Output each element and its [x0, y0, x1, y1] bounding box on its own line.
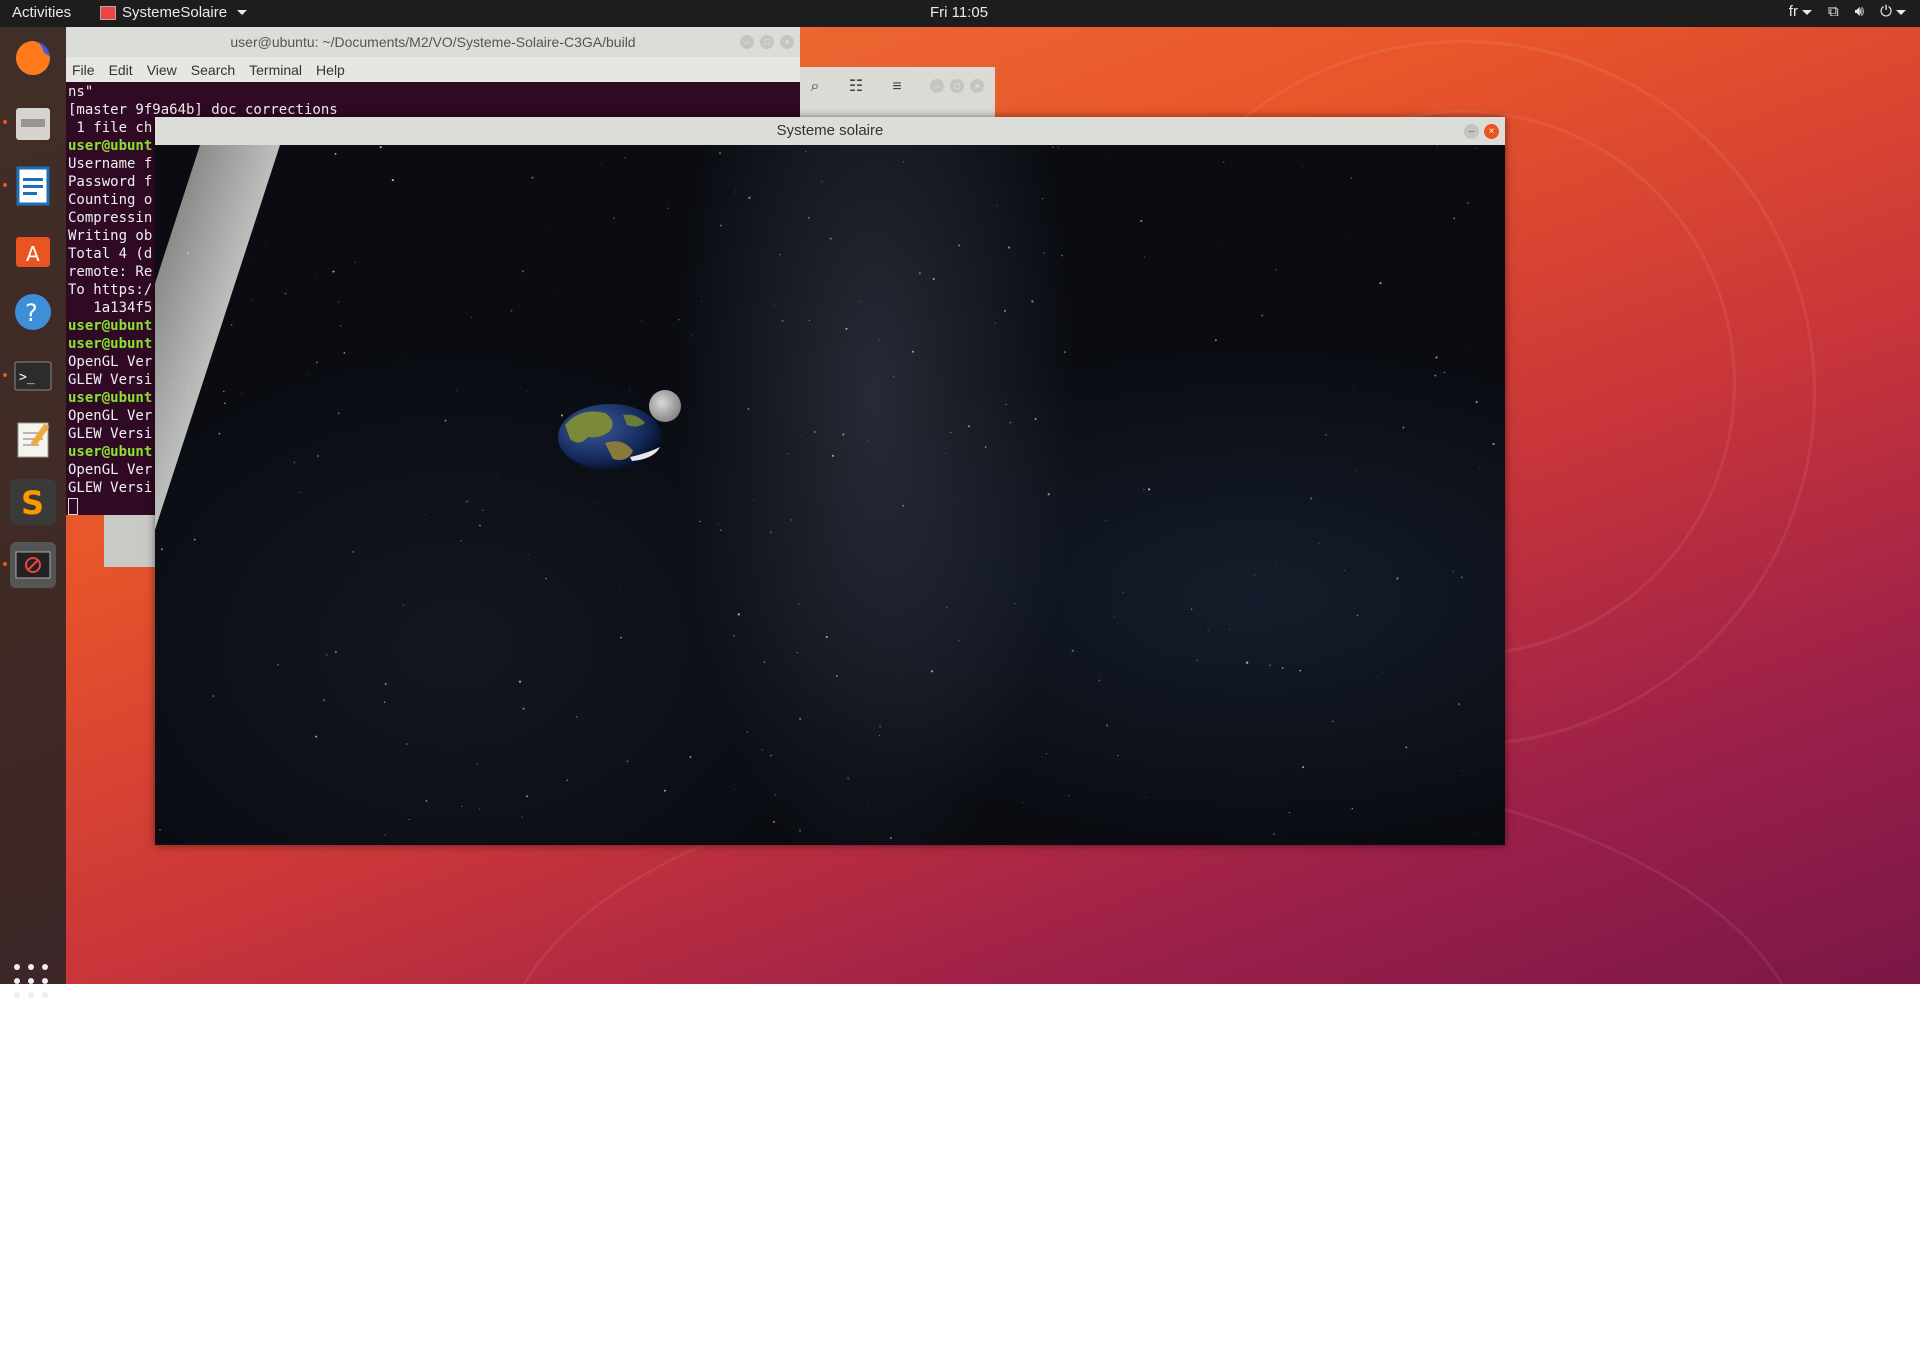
power-icon[interactable]: ⏻ [1880, 3, 1906, 20]
text-editor-launcher[interactable] [10, 416, 56, 462]
svg-text:>_: >_ [19, 370, 35, 385]
top-bar: Activities SystemeSolaire Fri 11:05 fr ⧉… [0, 0, 1920, 27]
language-label: fr [1788, 3, 1798, 20]
system-tray: fr ⧉ 🔊︎ ⏻ [1789, 3, 1906, 20]
running-indicator [3, 183, 7, 187]
svg-text:?: ? [25, 299, 38, 327]
systemesolaire-launcher[interactable] [3, 542, 56, 588]
help-launcher[interactable]: ? [10, 289, 56, 335]
app-menu-label: SystemeSolaire [122, 4, 228, 21]
running-indicator [3, 562, 7, 566]
firefox-icon [16, 41, 50, 75]
opengl-viewport[interactable] [155, 145, 1505, 845]
planets-layer [558, 390, 681, 470]
files-icon [16, 108, 50, 140]
app-icon [100, 5, 116, 20]
show-applications-icon[interactable] [14, 964, 50, 1000]
terminal-menubar: File Edit View Search Terminal Help [66, 57, 800, 82]
systeme-solaire-window[interactable]: Systeme solaire – × [155, 117, 1505, 845]
files-launcher[interactable] [3, 100, 56, 146]
window-title: Systeme solaire [776, 122, 884, 139]
terminal-titlebar[interactable]: user@ubuntu: ~/Documents/M2/VO/Systeme-S… [66, 27, 800, 57]
view-list-icon[interactable]: ☷ [845, 76, 867, 98]
chevron-down-icon [1801, 9, 1812, 15]
running-indicator [3, 373, 7, 377]
menu-view[interactable]: View [147, 62, 177, 78]
running-indicator [3, 120, 7, 124]
sublime-launcher[interactable]: S [10, 479, 56, 525]
activities-button[interactable]: Activities [12, 4, 71, 21]
close-button[interactable]: × [1484, 124, 1499, 139]
close-button[interactable]: × [970, 79, 984, 93]
background-window-fragment [104, 515, 156, 567]
minimize-button[interactable]: – [930, 79, 944, 93]
software-launcher[interactable]: A [10, 226, 56, 272]
menu-help[interactable]: Help [316, 62, 345, 78]
close-button[interactable]: × [780, 35, 794, 49]
terminal-title: user@ubuntu: ~/Documents/M2/VO/Systeme-S… [230, 34, 636, 50]
menu-edit[interactable]: Edit [109, 62, 133, 78]
terminal-icon: >_ [14, 361, 52, 391]
dock: A ? >_ S [0, 27, 66, 998]
minimize-button[interactable]: – [1464, 124, 1479, 139]
text-editor-icon [17, 422, 50, 458]
maximize-button[interactable]: □ [760, 35, 774, 49]
help-icon: ? [15, 294, 51, 330]
app-menu[interactable]: SystemeSolaire [100, 4, 248, 21]
maximize-button[interactable]: □ [950, 79, 964, 93]
moon [649, 390, 681, 422]
svg-text:S: S [21, 484, 44, 522]
terminal-line: ns" [68, 84, 94, 100]
wallpaper-arc [500, 760, 1806, 1366]
search-icon[interactable]: ⌕ [804, 76, 826, 98]
svg-text:A: A [26, 242, 40, 266]
input-language[interactable]: fr [1789, 3, 1812, 20]
menu-file[interactable]: File [72, 62, 95, 78]
firefox-launcher[interactable] [10, 35, 56, 81]
sublime-icon: S [21, 484, 44, 522]
files-window[interactable]: ⌕ ☷ ≡ – □ × [800, 67, 995, 117]
terminal-launcher[interactable]: >_ [3, 353, 56, 399]
software-icon: A [16, 237, 50, 267]
network-icon[interactable]: ⧉ [1828, 3, 1839, 20]
writer-icon [16, 166, 50, 206]
gl-titlebar[interactable]: Systeme solaire [155, 117, 1505, 145]
terminal-cursor [68, 497, 78, 515]
menu-search[interactable]: Search [191, 62, 235, 78]
earth-planet [558, 404, 662, 470]
writer-launcher[interactable] [3, 163, 56, 209]
minimize-button[interactable]: – [740, 35, 754, 49]
chevron-down-icon [1896, 9, 1906, 15]
menu-icon[interactable]: ≡ [886, 76, 908, 98]
chevron-down-icon [237, 10, 248, 15]
menu-terminal[interactable]: Terminal [249, 62, 302, 78]
clock[interactable]: Fri 11:05 [930, 4, 988, 21]
running-app-icon [15, 551, 51, 579]
volume-icon[interactable]: 🔊︎ [1855, 3, 1864, 20]
